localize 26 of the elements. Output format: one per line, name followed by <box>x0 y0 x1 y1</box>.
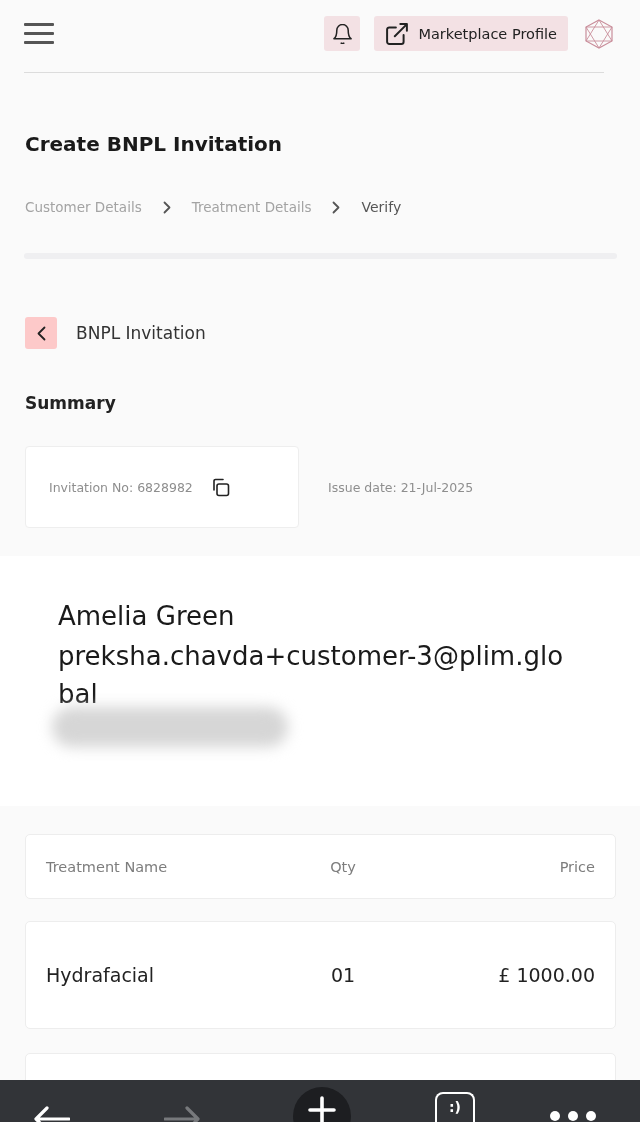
column-header: Treatment Name <box>46 858 169 875</box>
chevron-right-icon <box>332 200 341 214</box>
copy-icon[interactable] <box>210 477 230 497</box>
table-cell-text: Hydrafacial <box>46 964 156 986</box>
notification-button[interactable] <box>324 16 361 51</box>
table-cell-text: £ 1000.00 <box>497 964 595 986</box>
summary-heading: Summary <box>25 392 117 415</box>
column-header: Qty <box>329 858 357 875</box>
customer-name: Amelia Green <box>58 600 235 633</box>
back-button[interactable] <box>25 317 57 349</box>
table-cell-text: 01 <box>329 964 357 986</box>
issue-date: Issue date: 21-Jul-2025 <box>328 479 474 495</box>
breadcrumb-step[interactable]: Verify <box>361 197 402 217</box>
marketplace-profile-button[interactable]: Marketplace Profile <box>374 16 568 51</box>
bell-icon <box>332 23 352 44</box>
chevron-right-icon <box>162 200 171 214</box>
section-title: BNPL Invitation <box>76 323 206 343</box>
menu-icon[interactable] <box>24 23 54 44</box>
customer-email: preksha.chavda+customer-3@plim.global <box>58 640 565 711</box>
invitation-number: Invitation No: 6828982 <box>49 479 193 495</box>
external-link-icon <box>386 22 409 45</box>
tab-switcher-button[interactable]: :) <box>435 1092 475 1122</box>
page-title: Create BNPL Invitation <box>25 131 284 158</box>
chevron-left-icon <box>36 325 46 341</box>
column-header: Price <box>558 858 595 875</box>
more-options-icon[interactable] <box>549 1110 597 1122</box>
